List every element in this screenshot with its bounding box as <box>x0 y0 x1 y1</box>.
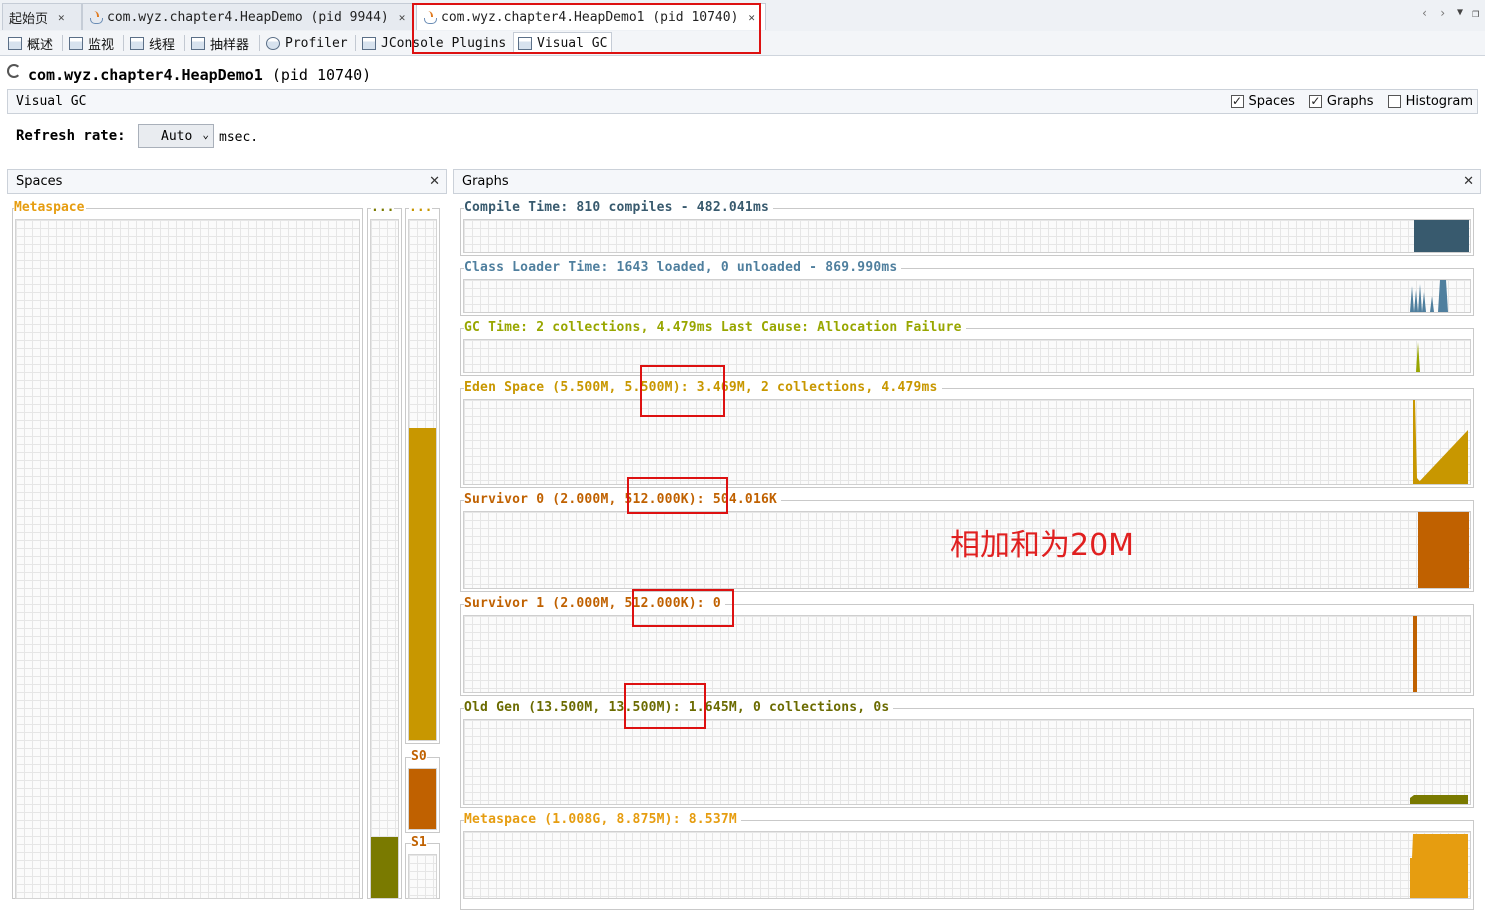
tab-label: com.wyz.chapter4.HeapDemo (pid 9944) <box>107 9 389 25</box>
metaspace-label: Metaspace <box>14 200 87 215</box>
old-gen-label: ... <box>371 200 395 215</box>
survivor1-capacity-highlight <box>632 589 734 627</box>
tab-profiler[interactable]: Profiler <box>262 32 352 54</box>
histogram-checkbox[interactable]: Histogram <box>1387 94 1473 109</box>
checkbox-label: Graphs <box>1326 94 1374 109</box>
tab-label: 起始页 <box>9 11 49 27</box>
profiler-icon <box>266 36 280 50</box>
checkbox-box[interactable]: ✓ <box>1308 95 1322 108</box>
highlight-box <box>412 3 761 54</box>
compile-time-label: Compile Time: 810 compiles - 482.041ms <box>464 200 774 215</box>
spaces-title: Spaces <box>16 174 63 189</box>
close-icon[interactable]: ✕ <box>429 174 440 189</box>
tab-label: Profiler <box>285 35 348 51</box>
chevron-down-icon: ⌄ <box>202 128 209 141</box>
refresh-rate-value: Auto <box>161 128 193 144</box>
survivor1-bar <box>1413 616 1417 692</box>
metaspace-area <box>1410 834 1468 898</box>
old-gen-space <box>370 219 399 899</box>
java-icon <box>89 10 103 24</box>
survivor0-capacity-highlight <box>627 477 728 514</box>
tab-label: 监视 <box>88 37 115 53</box>
tab-sampler[interactable]: 抽样器 <box>187 32 253 54</box>
s1-label: S1 <box>411 835 427 850</box>
eden-fill <box>409 428 436 740</box>
app-title-main: com.wyz.chapter4.HeapDemo1 <box>28 66 263 84</box>
refresh-unit: msec. <box>219 130 259 145</box>
metaspace-space <box>15 219 360 899</box>
tab-label: 线程 <box>149 37 176 53</box>
app-title-pid: (pid 10740) <box>271 66 372 84</box>
checkbox-label: Histogram <box>1405 94 1473 109</box>
tab-label: 概述 <box>27 37 54 53</box>
compile-bar <box>1414 220 1469 252</box>
tab-heapdemo[interactable]: com.wyz.chapter4.HeapDemo (pid 9944) ✕ <box>82 3 414 30</box>
close-icon[interactable]: ✕ <box>399 11 406 24</box>
s0-fill <box>409 769 436 829</box>
survivor0-bar <box>1418 512 1469 588</box>
gc-spike <box>1416 342 1420 372</box>
restore-window-icon[interactable]: ❐ <box>1472 6 1479 20</box>
oldgen-plot <box>463 719 1471 805</box>
checkbox-box[interactable]: ✓ <box>1230 95 1244 108</box>
graphs-checkbox[interactable]: ✓ Graphs <box>1308 94 1374 109</box>
overview-icon <box>8 36 22 50</box>
s0-space <box>408 768 437 830</box>
survivor1-plot <box>463 615 1471 693</box>
oldgen-area <box>1410 795 1468 804</box>
loading-spinner-icon <box>7 64 21 78</box>
tab-overview[interactable]: 概述 <box>4 32 57 54</box>
oldgen-capacity-highlight <box>624 683 706 729</box>
tab-threads[interactable]: 线程 <box>126 32 179 54</box>
gc-plot <box>463 339 1471 373</box>
spaces-panel-header: Spaces ✕ <box>7 169 447 194</box>
eden-capacity-highlight <box>640 365 725 417</box>
class-loader-label: Class Loader Time: 1643 loaded, 0 unload… <box>464 260 902 275</box>
scroll-right-icon[interactable]: › <box>1439 6 1446 20</box>
classloader-spikes <box>1410 280 1448 312</box>
scroll-left-icon[interactable]: ‹ <box>1421 6 1428 20</box>
monitor-icon <box>69 36 83 50</box>
s1-space <box>408 854 437 899</box>
refresh-rate-select[interactable]: Auto ⌄ <box>138 124 214 148</box>
survivor0-label: Survivor 0 (2.000M, 512.000K): 504.016K <box>464 492 782 507</box>
view-options: ✓ Spaces ✓ Graphs Histogram <box>1217 94 1473 109</box>
visual-gc-header: Visual GC ✓ Spaces ✓ Graphs Histogram <box>7 89 1478 114</box>
sampler-icon <box>191 36 205 50</box>
refresh-rate-label: Refresh rate: <box>16 128 126 144</box>
tab-label: 抽样器 <box>210 37 250 53</box>
spaces-checkbox[interactable]: ✓ Spaces <box>1230 94 1295 109</box>
tab-monitor[interactable]: 监视 <box>65 32 118 54</box>
tab-start-page[interactable]: 起始页 ✕ <box>2 3 82 30</box>
checkbox-box[interactable] <box>1387 95 1401 108</box>
sum-annotation: 相加和为20M <box>950 528 1135 563</box>
graphs-title: Graphs <box>462 174 509 189</box>
old-gen-fill <box>371 836 398 898</box>
graphs-panel-header: Graphs ✕ <box>453 169 1481 194</box>
eden-space <box>408 219 437 741</box>
section-title: Visual GC <box>16 94 87 109</box>
gc-time-label: GC Time: 2 collections, 4.479ms Last Cau… <box>464 320 966 335</box>
threads-icon <box>130 36 144 50</box>
checkbox-label: Spaces <box>1248 94 1295 109</box>
close-icon[interactable]: ✕ <box>1463 174 1474 189</box>
eden-plot <box>463 399 1471 485</box>
tab-list-icon[interactable]: ▼ <box>1457 7 1463 18</box>
compile-plot <box>463 219 1471 253</box>
eden-area <box>1413 400 1468 484</box>
app-title: com.wyz.chapter4.HeapDemo1 (pid 10740) <box>28 66 371 84</box>
jconsole-icon <box>362 36 376 50</box>
s0-label: S0 <box>411 749 427 764</box>
classloader-plot <box>463 279 1471 313</box>
eden-label: ... <box>409 200 433 215</box>
close-icon[interactable]: ✕ <box>58 11 65 24</box>
metaspace-plot <box>463 831 1471 899</box>
metaspace-graph-label: Metaspace (1.008G, 8.875M): 8.537M <box>464 812 741 827</box>
